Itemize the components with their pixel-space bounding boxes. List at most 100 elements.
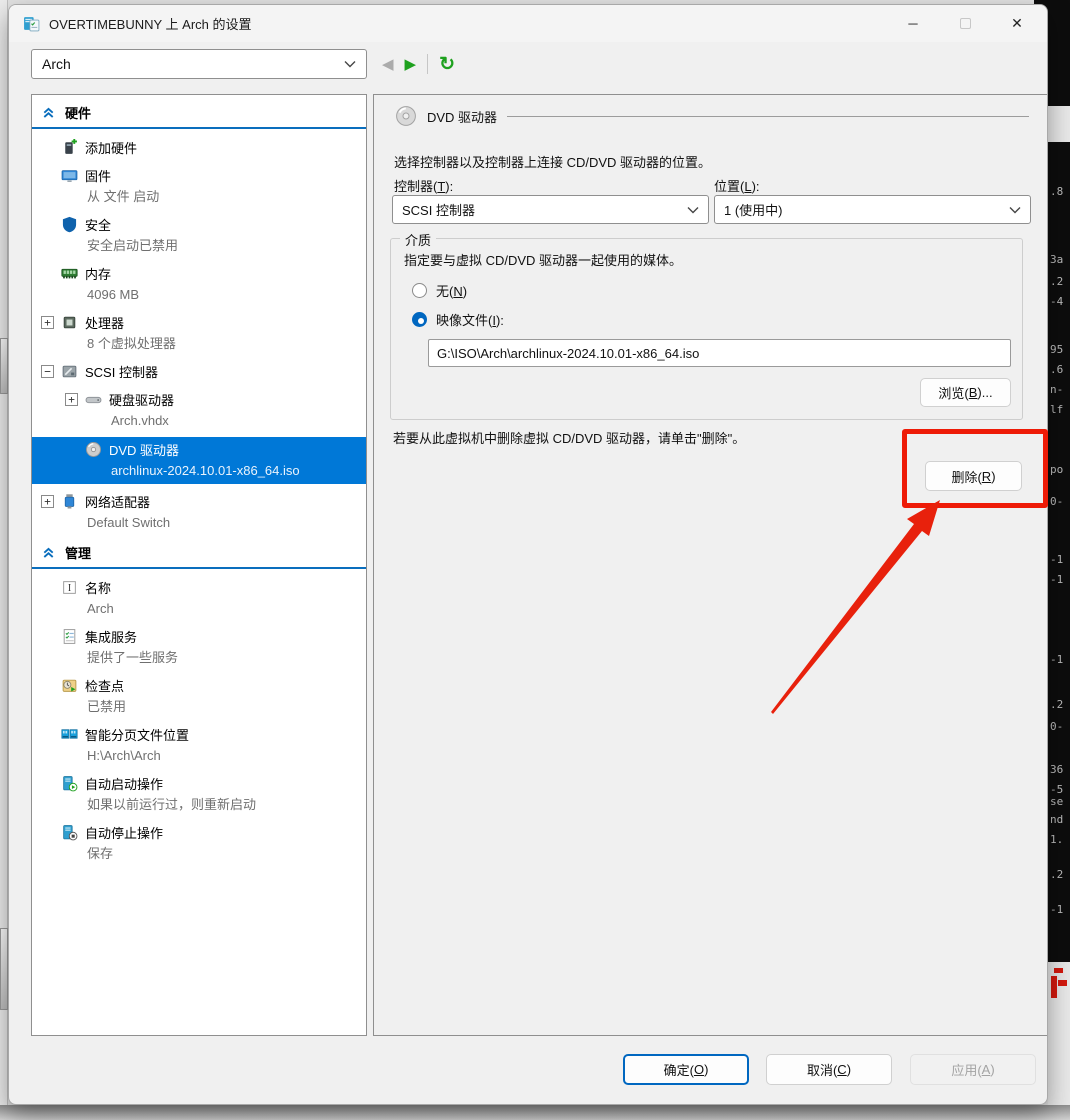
terminal-text-fragment: .8 <box>1050 185 1063 198</box>
radio-none-label: 无(N) <box>436 281 467 300</box>
sidebar-item-checkpoint[interactable]: 检查点已禁用 <box>32 674 366 717</box>
background-terminal-window: .83a.2-495.6n-lfpo0--1-1-1.20-36-5send1.… <box>1048 0 1070 962</box>
auto-start-icon <box>61 775 78 792</box>
item-label: 网络适配器 <box>85 492 150 511</box>
item-label: 自动停止操作 <box>85 823 163 842</box>
vm-selector-dropdown[interactable]: Arch <box>31 49 367 79</box>
hard-drive-icon <box>85 391 102 408</box>
expand-icon[interactable]: + <box>41 316 54 329</box>
hyperv-settings-icon <box>23 15 40 32</box>
chevron-down-icon <box>344 60 356 68</box>
scsi-controller-icon <box>61 363 78 380</box>
red-text-fragment <box>1054 968 1063 973</box>
sidebar-item-integration-services[interactable]: 集成服务提供了一些服务 <box>32 625 366 668</box>
smart-paging-icon <box>61 726 78 743</box>
item-subtext: 提供了一些服务 <box>32 647 366 668</box>
sidebar-item-dvd-drive[interactable]: DVD 驱动器archlinux-2024.10.01-x86_64.iso <box>32 437 366 484</box>
collapse-chevron-icon <box>41 105 56 120</box>
title-bar: OVERTIMEBUNNY 上 Arch 的设置 ─ ✕ <box>9 5 1047 42</box>
media-legend: 介质 <box>400 230 436 249</box>
annotation-highlight-rectangle <box>902 429 1048 508</box>
sidebar-item-network-adapter[interactable]: +网络适配器Default Switch <box>32 490 366 533</box>
add-hardware-icon <box>61 139 78 156</box>
media-groupbox: 介质 指定要与虚拟 CD/DVD 驱动器一起使用的媒体。 无(N) 映像文件(I… <box>390 238 1023 420</box>
intro-text: 选择控制器以及控制器上连接 CD/DVD 驱动器的位置。 <box>394 152 711 171</box>
svg-text:I: I <box>68 583 71 594</box>
item-label: 集成服务 <box>85 627 137 646</box>
ok-button[interactable]: 确定(O) <box>623 1054 749 1085</box>
close-button[interactable]: ✕ <box>991 5 1043 42</box>
header-rule <box>507 116 1029 117</box>
vm-selector-value: Arch <box>42 56 344 72</box>
sidebar-item-name[interactable]: I名称Arch <box>32 576 366 619</box>
sidebar-item-hard-drive[interactable]: +硬盘驱动器Arch.vhdx <box>32 388 366 431</box>
terminal-text-fragment: -1 <box>1050 573 1063 586</box>
terminal-text-fragment: .6 <box>1050 363 1063 376</box>
section-label: 管理 <box>65 543 91 562</box>
red-text-fragment <box>1058 980 1067 986</box>
terminal-text-fragment: 95 <box>1050 343 1063 356</box>
memory-icon <box>61 265 78 282</box>
radio-none[interactable]: 无(N) <box>412 281 467 300</box>
item-label: 添加硬件 <box>85 138 137 157</box>
nav-buttons: ◀ ▶ ↻ <box>382 54 455 74</box>
controller-value: SCSI 控制器 <box>402 200 687 219</box>
hardware-tree-panel: 硬件添加硬件固件从 文件 启动安全安全启动已禁用内存4096 MB +处理器8 个… <box>31 94 367 1036</box>
navigate-forward-icon[interactable]: ▶ <box>405 55 417 73</box>
browse-button[interactable]: 浏览(B)... <box>920 378 1011 407</box>
panel-title: DVD 驱动器 <box>427 107 497 126</box>
terminal-text-fragment: .2 <box>1050 698 1063 711</box>
sidebar-item-smart-paging[interactable]: 智能分页文件位置H:\Arch\Arch <box>32 723 366 766</box>
item-subtext: Arch.vhdx <box>32 410 366 431</box>
remove-note: 若要从此虚拟机中删除虚拟 CD/DVD 驱动器，请单击"删除"。 <box>393 428 745 447</box>
sidebar-item-memory[interactable]: 内存4096 MB <box>32 262 366 305</box>
expand-icon[interactable]: + <box>65 393 78 406</box>
controller-dropdown[interactable]: SCSI 控制器 <box>392 195 709 224</box>
checkpoint-icon <box>61 677 78 694</box>
sidebar-item-auto-stop[interactable]: 自动停止操作保存 <box>32 821 366 864</box>
radio-image-file[interactable]: 映像文件(I): <box>412 310 504 329</box>
background-scrollbar-thumb[interactable] <box>0 338 8 394</box>
processor-icon <box>61 314 78 331</box>
collapse-icon[interactable]: − <box>41 365 54 378</box>
item-label: 名称 <box>85 578 111 597</box>
item-label: SCSI 控制器 <box>85 362 158 381</box>
sidebar-item-scsi-controller[interactable]: − SCSI 控制器 <box>32 360 366 382</box>
sidebar-item-firmware[interactable]: 固件从 文件 启动 <box>32 164 366 207</box>
sidebar-item-processor[interactable]: +处理器8 个虚拟处理器 <box>32 311 366 354</box>
firmware-icon <box>61 167 78 184</box>
sidebar-item-security-shield[interactable]: 安全安全启动已禁用 <box>32 213 366 256</box>
terminal-text-fragment: .2 <box>1050 275 1063 288</box>
terminal-text-fragment: 36 <box>1050 763 1063 776</box>
background-window-left-edge <box>0 0 8 1120</box>
expand-icon[interactable]: + <box>41 495 54 508</box>
terminal-text-fragment: n- <box>1050 383 1063 396</box>
sidebar-item-add-hardware[interactable]: 添加硬件 <box>32 136 366 158</box>
minimize-button[interactable]: ─ <box>887 5 939 42</box>
sidebar-item-auto-start[interactable]: 自动启动操作如果以前运行过，则重新启动 <box>32 772 366 815</box>
terminal-text-fragment: 0- <box>1050 720 1063 733</box>
radio-button-icon[interactable] <box>412 312 427 327</box>
dvd-drive-icon <box>85 441 102 458</box>
radio-button-icon[interactable] <box>412 283 427 298</box>
cancel-button[interactable]: 取消(C) <box>766 1054 892 1085</box>
location-dropdown[interactable]: 1 (使用中) <box>714 195 1031 224</box>
section-header-hardware[interactable]: 硬件 <box>32 99 366 129</box>
terminal-text-fragment: se <box>1050 795 1063 808</box>
navigate-back-icon[interactable]: ◀ <box>382 55 394 73</box>
chevron-down-icon <box>687 206 699 214</box>
background-document-window <box>1048 962 1070 1120</box>
item-label: 固件 <box>85 166 111 185</box>
collapse-chevron-icon <box>41 545 56 560</box>
terminal-text-fragment: -1 <box>1050 903 1063 916</box>
image-path-input[interactable] <box>428 339 1011 367</box>
background-scrollbar-thumb[interactable] <box>0 928 8 1010</box>
refresh-icon[interactable]: ↻ <box>439 55 455 74</box>
integration-services-icon <box>61 628 78 645</box>
section-header-management[interactable]: 管理 <box>32 539 366 569</box>
apply-button-disabled: 应用(A) <box>910 1054 1036 1085</box>
toolbar: Arch ◀ ▶ ↻ <box>9 42 1047 88</box>
chevron-down-icon <box>1009 206 1021 214</box>
name-icon: I <box>61 579 78 596</box>
background-bottom-strip <box>0 1105 1070 1120</box>
